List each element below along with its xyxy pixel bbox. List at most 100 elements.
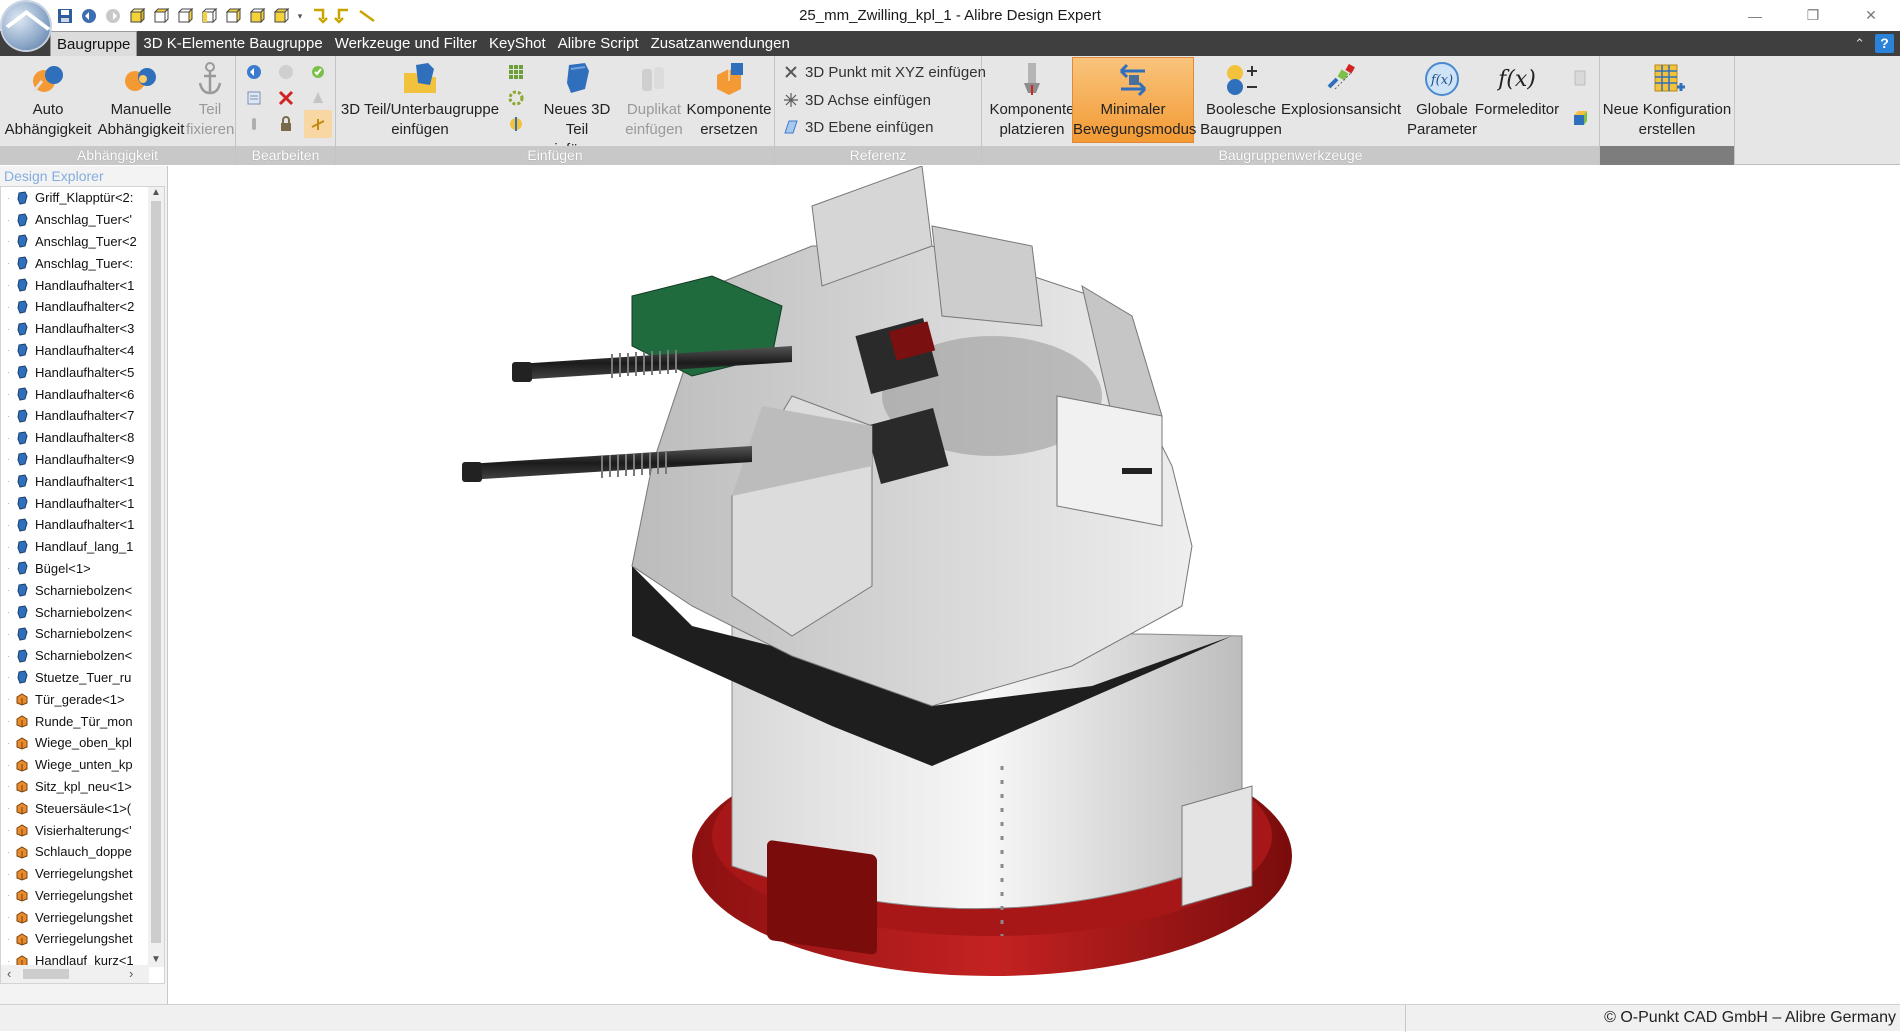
tree-expander-icon[interactable]: · — [7, 803, 13, 813]
tree-expander-icon[interactable]: · — [7, 825, 13, 835]
side-door[interactable] — [1056, 395, 1163, 527]
tree-expander-icon[interactable]: · — [7, 890, 13, 900]
tree-expander-icon[interactable]: · — [7, 324, 13, 334]
pattern-mirror-icon[interactable] — [504, 112, 528, 136]
tree-item[interactable]: · Steuersäule<1>( — [1, 797, 149, 819]
global-parameters-button[interactable]: f(x) Globale Parameter — [1402, 58, 1482, 143]
tree-expander-icon[interactable]: · — [7, 542, 13, 552]
scroll-up-icon[interactable]: ▲ — [148, 187, 164, 198]
tree-item[interactable]: · Handlaufhalter<1 — [1, 492, 149, 514]
edit-green-icon[interactable] — [306, 60, 330, 84]
tree-item[interactable]: · Handlauf_lang_1 — [1, 536, 149, 558]
edit-grey-circle-icon[interactable] — [274, 60, 298, 84]
pattern-circular-icon[interactable] — [504, 86, 528, 110]
tree-item[interactable]: · Schlauch_doppe — [1, 841, 149, 863]
tree-item[interactable]: · Handlaufhalter<7 — [1, 405, 149, 427]
minimal-motion-mode-button[interactable]: Minimaler Bewegungsmodus — [1072, 57, 1196, 143]
tree-item[interactable]: · Handlaufhalter<4 — [1, 340, 149, 362]
3d-viewport[interactable] — [172, 166, 1900, 1004]
tree-expander-icon[interactable]: · — [7, 781, 13, 791]
tree-expander-icon[interactable]: · — [7, 367, 13, 377]
insert-axis-button[interactable]: 3D Achse einfügen — [783, 88, 931, 112]
tree-item[interactable]: · Scharniebolzen< — [1, 623, 149, 645]
tree-expander-icon[interactable]: · — [7, 760, 13, 770]
tab-baugruppe[interactable]: Baugruppe — [50, 31, 138, 56]
duplicate-button[interactable]: Duplikat einfügen — [624, 58, 684, 143]
colored-cube-icon[interactable] — [1568, 106, 1592, 130]
tree-item[interactable]: · Handlaufhalter<5 — [1, 361, 149, 383]
new-3d-part-button[interactable]: Neues 3D Teil einfügen▾ — [532, 58, 622, 158]
edit-blue-circle-icon[interactable] — [242, 60, 266, 84]
horizontal-scrollbar-thumb[interactable] — [23, 969, 69, 979]
replace-component-button[interactable]: Komponente ersetzen — [686, 58, 772, 143]
tree-expander-icon[interactable]: · — [7, 607, 13, 617]
scroll-left-icon[interactable]: ‹ — [7, 965, 11, 983]
tree-item[interactable]: · Handlaufhalter<1 — [1, 470, 149, 492]
tree-item[interactable]: · Tür_gerade<1> — [1, 688, 149, 710]
tree-expander-icon[interactable]: · — [7, 454, 13, 464]
tree-item[interactable]: · Verriegelungshet — [1, 885, 149, 907]
boolean-assemblies-button[interactable]: Boolesche Baugruppen — [1196, 58, 1286, 143]
edit-grey-part-icon[interactable] — [306, 86, 330, 110]
exploded-view-button[interactable]: Explosionsansicht — [1278, 58, 1404, 143]
tree-expander-icon[interactable]: · — [7, 672, 13, 682]
fix-part-button[interactable]: Teil fixieren — [186, 58, 234, 143]
manual-constraint-button[interactable]: Manuelle Abhängigkeit — [96, 58, 186, 143]
tree-expander-icon[interactable]: · — [7, 411, 13, 421]
auto-constraint-button[interactable]: Auto Abhängigkeit — [2, 58, 94, 143]
tree-item[interactable]: · Sitz_kpl_neu<1> — [1, 776, 149, 798]
tab-werkzeuge-und-filter[interactable]: Werkzeuge und Filter — [329, 31, 483, 56]
tree-item[interactable]: · Handlaufhalter<3 — [1, 318, 149, 340]
vertical-scrollbar-thumb[interactable] — [151, 201, 161, 943]
tree-item[interactable]: · Handlaufhalter<9 — [1, 449, 149, 471]
scroll-right-icon[interactable]: › — [129, 965, 133, 983]
tree-item[interactable]: · Scharniebolzen< — [1, 601, 149, 623]
edit-hand-icon[interactable] — [242, 112, 266, 136]
tree-item[interactable]: · Verriegelungshet — [1, 928, 149, 950]
tree-expander-icon[interactable]: · — [7, 498, 13, 508]
horizontal-scrollbar[interactable]: ‹ › — [1, 965, 149, 983]
scroll-down-icon[interactable]: ▼ — [148, 954, 164, 965]
tree-item[interactable]: · Bügel<1> — [1, 558, 149, 580]
tree-item[interactable]: · Griff_Klapptür<2: — [1, 187, 149, 209]
tree-expander-icon[interactable]: · — [7, 236, 13, 246]
tree-expander-icon[interactable]: · — [7, 738, 13, 748]
tree-item[interactable]: · Anschlag_Tuer<2 — [1, 231, 149, 253]
tree-expander-icon[interactable]: · — [7, 193, 13, 203]
tab-keyshot[interactable]: KeyShot — [483, 31, 552, 56]
insert-3d-part-button[interactable]: 3D Teil/Unterbaugruppe einfügen — [338, 58, 502, 143]
tree-expander-icon[interactable]: · — [7, 345, 13, 355]
tree-expander-icon[interactable]: · — [7, 280, 13, 290]
tree-expander-icon[interactable]: · — [7, 563, 13, 573]
collapse-ribbon-icon[interactable]: ⌃ — [1854, 36, 1865, 52]
tree-item[interactable]: · Visierhalterung<' — [1, 819, 149, 841]
help-icon[interactable]: ? — [1875, 34, 1894, 53]
tree-item[interactable]: · Anschlag_Tuer<: — [1, 252, 149, 274]
tree-expander-icon[interactable]: · — [7, 520, 13, 530]
new-configuration-button[interactable]: Neue Konfiguration erstellen — [1602, 58, 1732, 143]
restore-button[interactable]: ❐ — [1784, 0, 1842, 31]
tree-expander-icon[interactable]: · — [7, 847, 13, 857]
tree-item[interactable]: · Scharniebolzen< — [1, 645, 149, 667]
place-component-button[interactable]: Komponente platzieren — [986, 58, 1078, 143]
tree-expander-icon[interactable]: · — [7, 869, 13, 879]
vertical-scrollbar[interactable]: ▲ ▼ — [148, 187, 164, 967]
tree-expander-icon[interactable]: · — [7, 934, 13, 944]
tree-item[interactable]: · Wiege_unten_kp — [1, 754, 149, 776]
insert-point-xyz-button[interactable]: 3D Punkt mit XYZ einfügen — [783, 60, 986, 84]
tree-item[interactable]: · Verriegelungshet — [1, 906, 149, 928]
edit-yellow-active-icon[interactable] — [304, 110, 332, 138]
twin-gun-turret-model[interactable] — [172, 166, 1900, 1004]
tree-expander-icon[interactable]: · — [7, 651, 13, 661]
delete-icon[interactable] — [274, 86, 298, 110]
tree-expander-icon[interactable]: · — [7, 476, 13, 486]
tree-expander-icon[interactable]: · — [7, 215, 13, 225]
tree-item[interactable]: · Scharniebolzen< — [1, 579, 149, 601]
tree-expander-icon[interactable]: · — [7, 912, 13, 922]
insert-plane-button[interactable]: 3D Ebene einfügen — [783, 115, 933, 139]
tree-item[interactable]: · Runde_Tür_mon — [1, 710, 149, 732]
junction-box[interactable] — [1181, 785, 1253, 907]
tree-expander-icon[interactable]: · — [7, 629, 13, 639]
tab-zusatzanwendungen[interactable]: Zusatzanwendungen — [645, 31, 796, 56]
tree-item[interactable]: · Handlaufhalter<8 — [1, 427, 149, 449]
